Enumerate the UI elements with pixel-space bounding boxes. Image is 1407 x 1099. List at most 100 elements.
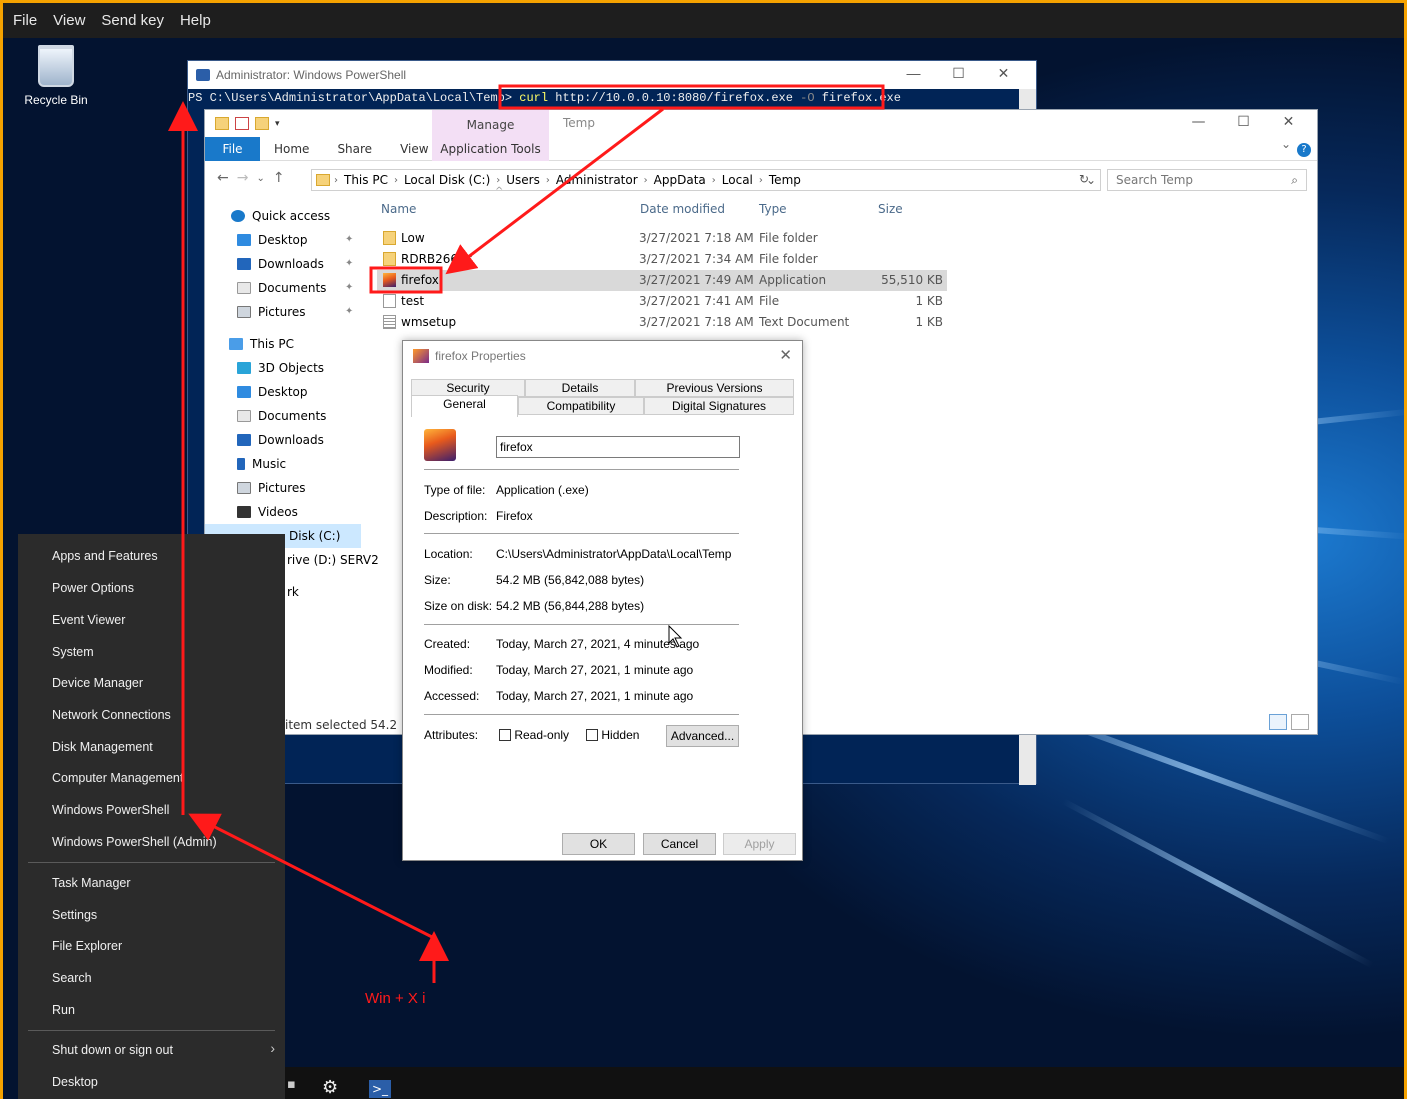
recycle-bin[interactable]: Recycle Bin <box>21 45 91 107</box>
minimize-icon[interactable]: — <box>891 65 936 82</box>
breadcrumb-temp[interactable]: Temp <box>769 173 801 187</box>
menu-view[interactable]: View <box>53 12 85 29</box>
maximize-icon[interactable]: ☐ <box>936 65 981 82</box>
nav-music[interactable]: Music <box>237 452 286 476</box>
file-row-selected[interactable]: firefox 3/27/2021 7:49 AM Application 55… <box>377 270 947 291</box>
powershell-taskbar-icon[interactable]: >_ <box>369 1080 391 1098</box>
search-input[interactable]: Search Temp ⌕ <box>1107 169 1307 191</box>
nav-3d-objects[interactable]: 3D Objects <box>237 356 324 380</box>
file-row[interactable]: Low 3/27/2021 7:18 AM File folder <box>377 228 947 249</box>
large-icons-view-icon[interactable] <box>1291 714 1309 730</box>
details-view-icon[interactable] <box>1269 714 1287 730</box>
maximize-icon[interactable]: ☐ <box>1221 114 1266 130</box>
back-arrow-icon[interactable]: ← <box>217 170 229 186</box>
breadcrumb-administrator[interactable]: Administrator <box>556 173 638 187</box>
properties-icon[interactable] <box>235 117 249 130</box>
cancel-button[interactable]: Cancel <box>643 833 716 855</box>
nav-qa-desktop[interactable]: Desktop <box>237 228 308 252</box>
nav-qa-downloads[interactable]: Downloads <box>237 252 324 276</box>
pin-icon[interactable]: ✦ <box>345 282 353 293</box>
pin-icon[interactable]: ✦ <box>345 306 353 317</box>
menu-device-manager[interactable]: Device Manager <box>52 676 143 690</box>
breadcrumb-users[interactable]: Users <box>506 173 540 187</box>
close-icon[interactable]: ✕ <box>1266 114 1311 130</box>
menu-run[interactable]: Run <box>52 1003 75 1017</box>
file-name-field[interactable]: firefox <box>496 436 740 458</box>
minimize-icon[interactable]: — <box>1176 114 1221 130</box>
refresh-icon[interactable]: ↻ <box>1079 172 1089 186</box>
tab-general[interactable]: General <box>411 395 518 417</box>
powershell-titlebar[interactable]: Administrator: Windows PowerShell — ☐ ✕ <box>188 61 1036 89</box>
tab-digital-signatures[interactable]: Digital Signatures <box>644 397 794 415</box>
address-bar[interactable]: › This PC › Local Disk (C:) › Users › Admin… <box>311 169 1101 191</box>
ribbon-share-tab[interactable]: Share <box>323 142 386 156</box>
file-row[interactable]: test 3/27/2021 7:41 AM File 1 KB <box>377 291 947 312</box>
readonly-checkbox[interactable]: Read-only <box>499 728 569 742</box>
file-row[interactable]: RDRB266.tr 3/27/2021 7:34 AM File folder <box>377 249 947 270</box>
nav-qa-pictures[interactable]: Pictures <box>237 300 306 324</box>
explorer-titlebar[interactable]: ▾ Manage Temp — ☐ ✕ <box>205 110 1317 137</box>
ribbon-file-tab[interactable]: File <box>205 136 260 161</box>
recent-dropdown-icon[interactable]: ⌄ <box>256 173 264 184</box>
apply-button[interactable]: Apply <box>723 833 796 855</box>
menu-windows-powershell-admin[interactable]: Windows PowerShell (Admin) <box>52 835 217 849</box>
file-row[interactable]: wmsetup 3/27/2021 7:18 AM Text Document … <box>377 312 947 333</box>
contextual-tab-manage[interactable]: Manage <box>432 110 549 137</box>
breadcrumb-local-disk[interactable]: Local Disk (C:) <box>404 173 490 187</box>
menu-task-manager[interactable]: Task Manager <box>52 876 131 890</box>
menu-windows-powershell[interactable]: Windows PowerShell <box>52 803 169 817</box>
nav-dvd-drive[interactable]: rive (D:) SERV2 <box>287 548 379 572</box>
powershell-command-line[interactable]: PS C:\Users\Administrator\AppData\Local\… <box>188 89 1036 107</box>
up-arrow-icon[interactable]: ↑ <box>273 170 285 186</box>
nav-this-pc[interactable]: This PC <box>229 332 294 356</box>
nav-qa-documents[interactable]: Documents <box>237 276 326 300</box>
nav-downloads[interactable]: Downloads <box>237 428 324 452</box>
close-icon[interactable]: ✕ <box>779 346 792 364</box>
menu-file[interactable]: File <box>13 12 37 29</box>
help-icon[interactable]: ? <box>1297 143 1311 157</box>
advanced-button[interactable]: Advanced... <box>666 725 739 747</box>
properties-dialog[interactable]: firefox Properties ✕ Security Details Pr… <box>402 340 803 861</box>
breadcrumb-appdata[interactable]: AppData <box>654 173 706 187</box>
dialog-titlebar[interactable]: firefox Properties <box>403 341 802 371</box>
menu-shut-down-or-sign-out[interactable]: Shut down or sign out <box>52 1043 173 1057</box>
menu-system[interactable]: System <box>52 645 94 659</box>
tab-details[interactable]: Details <box>525 379 635 397</box>
menu-help[interactable]: Help <box>180 12 211 29</box>
menu-power-options[interactable]: Power Options <box>52 581 134 595</box>
ok-button[interactable]: OK <box>562 833 635 855</box>
qat-dropdown-icon[interactable]: ▾ <box>275 119 280 129</box>
nav-videos[interactable]: Videos <box>237 500 298 524</box>
menu-desktop[interactable]: Desktop <box>52 1075 98 1089</box>
menu-network-connections[interactable]: Network Connections <box>52 708 171 722</box>
hidden-checkbox[interactable]: Hidden <box>586 728 639 742</box>
menu-search[interactable]: Search <box>52 971 92 985</box>
menu-file-explorer[interactable]: File Explorer <box>52 939 122 953</box>
pin-icon[interactable]: ✦ <box>345 258 353 269</box>
nav-pictures[interactable]: Pictures <box>237 476 306 500</box>
menu-settings[interactable]: Settings <box>52 908 97 922</box>
forward-arrow-icon[interactable]: → <box>237 170 249 186</box>
col-date[interactable]: Date modified <box>640 202 725 216</box>
menu-event-viewer[interactable]: Event Viewer <box>52 613 125 627</box>
ribbon-home-tab[interactable]: Home <box>260 142 323 156</box>
new-folder-icon[interactable] <box>255 117 269 130</box>
tab-previous-versions[interactable]: Previous Versions <box>635 379 794 397</box>
nav-documents[interactable]: Documents <box>237 404 326 428</box>
breadcrumb-this-pc[interactable]: This PC <box>344 173 388 187</box>
breadcrumb-local[interactable]: Local <box>722 173 753 187</box>
nav-quick-access[interactable]: Quick access <box>231 204 330 228</box>
nav-network[interactable]: rk <box>287 580 299 604</box>
menu-disk-management[interactable]: Disk Management <box>52 740 153 754</box>
col-name[interactable]: Name <box>381 202 416 216</box>
nav-desktop[interactable]: Desktop <box>237 380 308 404</box>
menu-apps-and-features[interactable]: Apps and Features <box>52 549 158 563</box>
tab-compatibility[interactable]: Compatibility <box>518 397 644 415</box>
pin-icon[interactable]: ✦ <box>345 234 353 245</box>
col-size[interactable]: Size <box>878 202 903 216</box>
gear-icon[interactable]: ⚙ <box>322 1077 338 1098</box>
close-icon[interactable]: ✕ <box>981 65 1026 82</box>
file-explorer-taskbar-icon[interactable]: ▪ <box>287 1077 296 1092</box>
menu-send-key[interactable]: Send key <box>101 12 164 29</box>
ribbon-expand-icon[interactable]: ⌄ <box>1281 137 1291 151</box>
